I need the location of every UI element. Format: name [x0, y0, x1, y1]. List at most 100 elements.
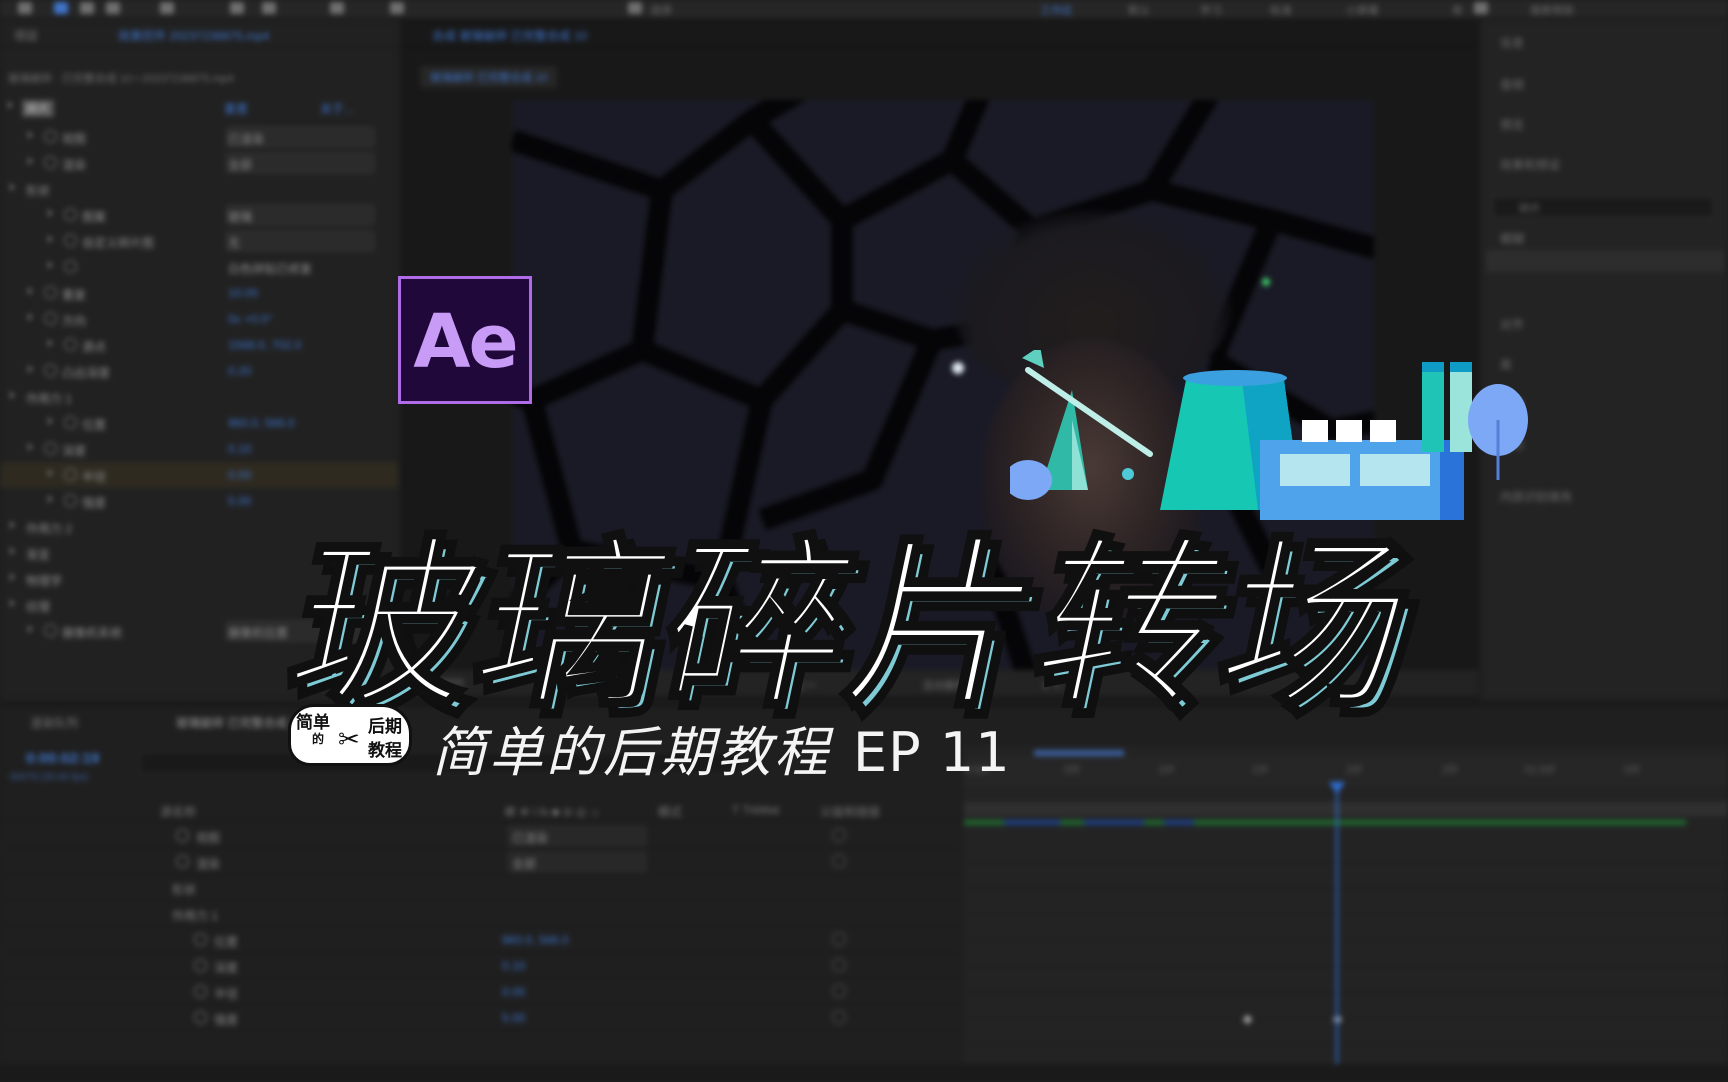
toolbar-item[interactable]: 库: [1452, 2, 1463, 18]
tab-render-queue[interactable]: 渲染队列: [30, 714, 78, 731]
about-link[interactable]: 关于...: [320, 100, 354, 117]
toolbar-item[interactable]: 学习: [1200, 2, 1222, 18]
property-value[interactable]: 0x +0.0°: [228, 312, 273, 326]
property-value[interactable]: 白色拼贴已修复: [228, 260, 312, 277]
stopwatch-icon[interactable]: [194, 959, 207, 972]
stopwatch-icon[interactable]: [176, 855, 189, 868]
camera-tool-icon[interactable]: [160, 2, 174, 14]
expand-icon[interactable]: [48, 469, 53, 477]
stopwatch-icon[interactable]: [44, 624, 57, 637]
effect-property-row[interactable]: 重复 10.00: [0, 280, 398, 306]
property-value[interactable]: 已渲染: [228, 130, 264, 147]
fx-badge[interactable]: 碎片: [22, 100, 55, 117]
expand-icon[interactable]: [10, 521, 15, 529]
effects-search-input[interactable]: 碎片: [1492, 196, 1714, 218]
expand-icon[interactable]: [28, 287, 33, 295]
zoom-tool-icon[interactable]: [106, 2, 120, 14]
property-value[interactable]: 0.00: [228, 468, 251, 482]
expand-icon[interactable]: [48, 209, 53, 217]
stopwatch-icon[interactable]: [64, 260, 77, 273]
tab-effect-controls[interactable]: 效果控件 20237238875.mp4: [118, 27, 269, 44]
effect-property-row[interactable]: 自定义碎片图 无: [0, 228, 398, 254]
stopwatch-icon[interactable]: [194, 933, 207, 946]
stopwatch-icon[interactable]: [44, 364, 57, 377]
property-value[interactable]: 无: [228, 234, 240, 251]
snapping-icon[interactable]: [628, 2, 642, 14]
timeline-graph[interactable]: 0:00f 05f 10f 15f 20f 25f 01:00f 05f: [964, 746, 1728, 1082]
property-value[interactable]: 0.10: [502, 959, 525, 973]
column-mode[interactable]: 模式: [658, 803, 682, 820]
tab-composition[interactable]: 合成 玻璃破碎 已完整合成 10: [432, 27, 587, 44]
toolbar-item[interactable]: 选择: [650, 2, 672, 18]
stopwatch-icon[interactable]: [44, 312, 57, 325]
property-value[interactable]: 5.00: [502, 1011, 525, 1025]
property-value[interactable]: 5.00: [228, 494, 251, 508]
expand-icon[interactable]: [10, 547, 15, 555]
property-value[interactable]: 已渲染: [512, 829, 548, 846]
property-value[interactable]: 960.0, 566.0: [502, 933, 569, 947]
effect-property-row[interactable]: 凸出深度 0.20: [0, 358, 398, 384]
timeline-property-row[interactable]: 作用力 1: [0, 900, 962, 927]
expand-icon[interactable]: [48, 235, 53, 243]
stopwatch-icon[interactable]: [44, 130, 57, 143]
pick-whip-icon[interactable]: [832, 828, 846, 842]
column-trkmat[interactable]: T TrkMat: [732, 803, 779, 817]
panel-preview[interactable]: 预览: [1500, 116, 1524, 133]
column-switches[interactable]: 单 ✲ \ fx ■ ⊘ ◎ ☼: [504, 803, 601, 820]
time-ruler[interactable]: 0:00f 05f 10f 15f 20f 25f 01:00f 05f: [964, 756, 1728, 786]
property-value[interactable]: 0.10: [228, 442, 251, 456]
timeline-property-row[interactable]: 视图 已渲染: [0, 822, 962, 849]
stopwatch-icon[interactable]: [194, 1011, 207, 1024]
effect-property-row[interactable]: 位置 960.0, 566.0: [0, 410, 398, 436]
toolbar-item[interactable]: 默认: [1128, 2, 1150, 18]
hand-tool-icon[interactable]: [80, 2, 94, 14]
expand-icon[interactable]: [8, 101, 13, 109]
pick-whip-icon[interactable]: [832, 854, 846, 868]
puppet-tool-icon[interactable]: [390, 2, 404, 14]
expand-icon[interactable]: [28, 365, 33, 373]
panel-audio[interactable]: 音频: [1500, 76, 1524, 93]
stopwatch-icon[interactable]: [64, 208, 77, 221]
stopwatch-icon[interactable]: [64, 494, 77, 507]
reset-link[interactable]: 重置: [224, 100, 248, 117]
timeline-property-row[interactable]: 深度 0.10: [0, 952, 962, 979]
effect-property-row[interactable]: 形状: [0, 176, 398, 202]
property-value[interactable]: 玻璃: [228, 208, 252, 225]
workspace-icon[interactable]: [1474, 2, 1488, 14]
type-tool-icon[interactable]: [262, 2, 276, 14]
effects-category[interactable]: 模糊: [1500, 230, 1524, 247]
toolbar-item[interactable]: 工作区: [1040, 2, 1073, 18]
stopwatch-icon[interactable]: [44, 442, 57, 455]
effect-property-row[interactable]: 图案 玻璃: [0, 202, 398, 228]
effect-property-row[interactable]: 渲染 全部: [0, 150, 398, 176]
stopwatch-icon[interactable]: [194, 985, 207, 998]
pen-tool-icon[interactable]: [230, 2, 244, 14]
effect-property-row[interactable]: 方向 0x +0.0°: [0, 306, 398, 332]
property-value[interactable]: 全部: [228, 156, 252, 173]
timeline-property-row[interactable]: 渲染 全部: [0, 848, 962, 875]
playhead[interactable]: [1336, 790, 1338, 1082]
stopwatch-icon[interactable]: [44, 156, 57, 169]
timeline-current-time[interactable]: 0:00:02:19: [26, 750, 99, 767]
timeline-property-row[interactable]: 半径 0.00: [0, 978, 962, 1005]
expand-icon[interactable]: [48, 261, 53, 269]
property-dropdown[interactable]: [226, 231, 374, 251]
stopwatch-icon[interactable]: [44, 286, 57, 299]
search-help-input[interactable]: 搜索帮助: [1530, 2, 1574, 18]
brush-tool-icon[interactable]: [330, 2, 344, 14]
effect-property-row[interactable]: 视图 已渲染: [0, 124, 398, 150]
timeline-property-row[interactable]: 位置 960.0, 566.0: [0, 926, 962, 953]
expand-icon[interactable]: [48, 339, 53, 347]
expand-icon[interactable]: [10, 573, 15, 581]
column-source-name[interactable]: 源名称: [160, 803, 196, 820]
timeline-property-row[interactable]: 形状: [0, 874, 962, 901]
expand-icon[interactable]: [28, 157, 33, 165]
effect-property-row[interactable]: 深度 0.10: [0, 436, 398, 462]
stopwatch-icon[interactable]: [64, 234, 77, 247]
property-value[interactable]: 0.00: [502, 985, 525, 999]
property-value[interactable]: 全部: [512, 855, 536, 872]
stopwatch-icon[interactable]: [64, 468, 77, 481]
effect-property-row[interactable]: 白色拼贴已修复: [0, 254, 398, 280]
layer-duration-bar[interactable]: [964, 802, 1728, 816]
composition-sub-tab[interactable]: 玻璃破碎 已完整合成 10: [420, 66, 558, 88]
